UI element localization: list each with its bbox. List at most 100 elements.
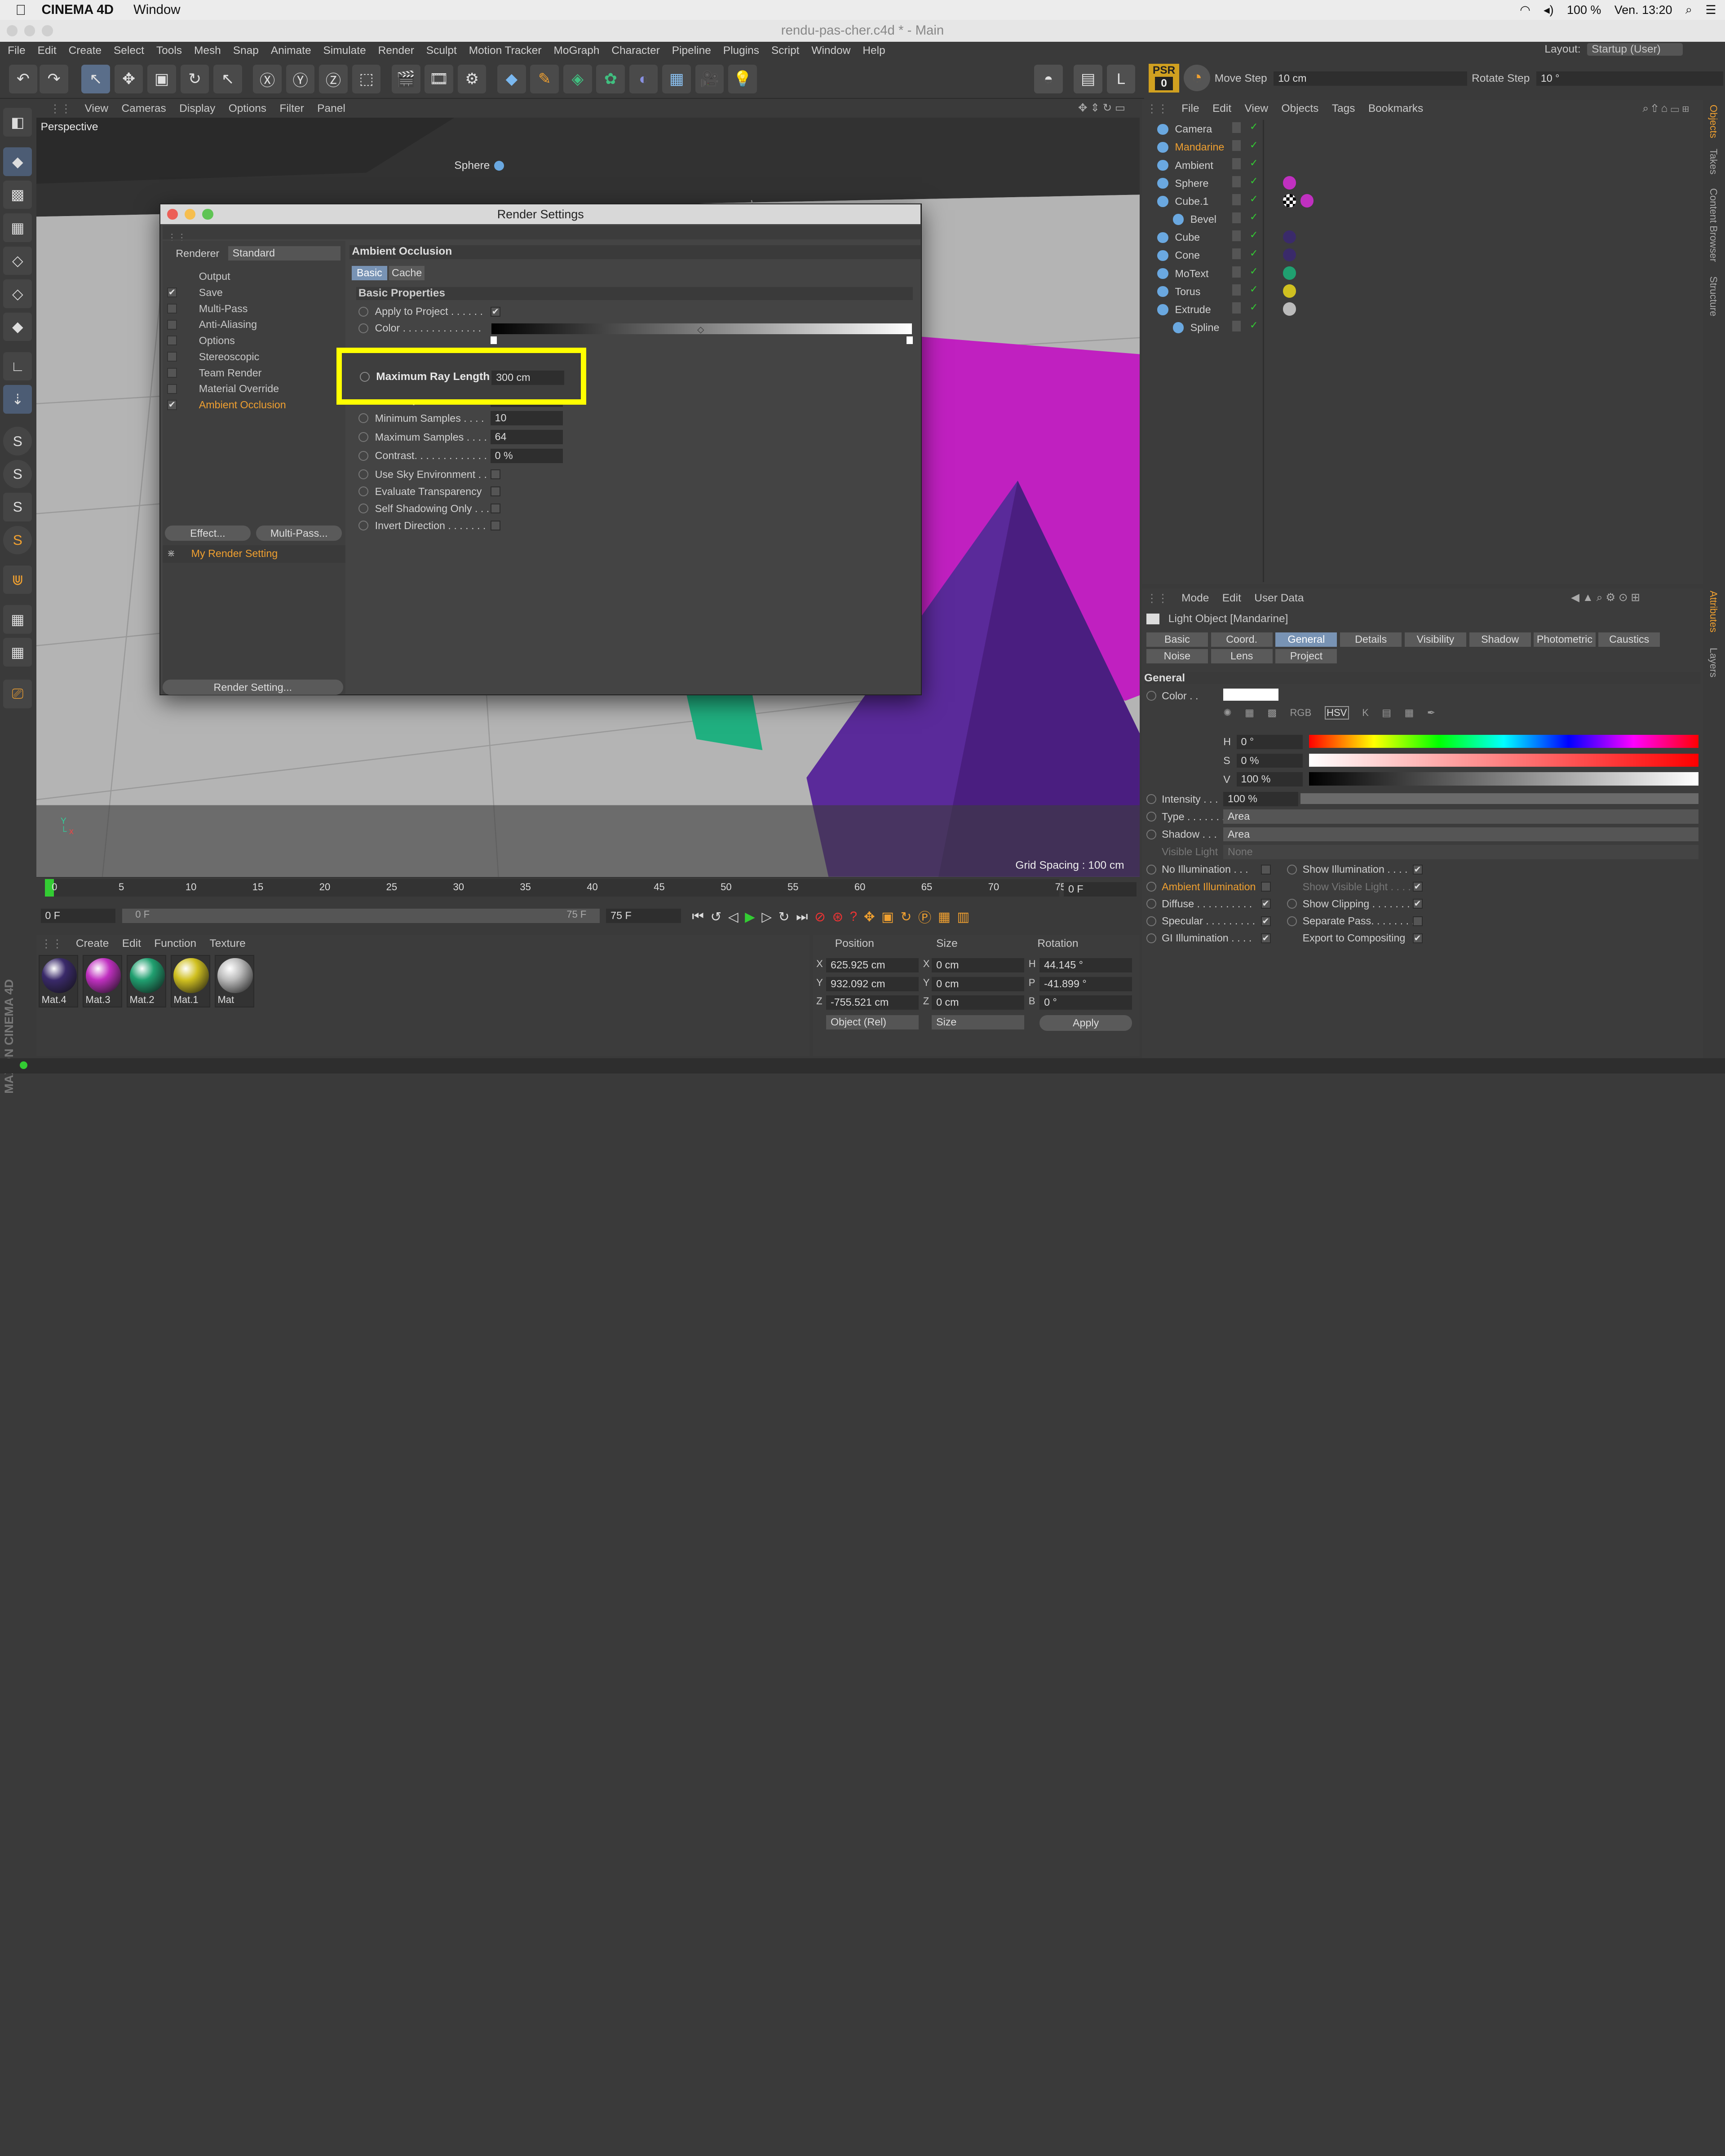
tab-cache[interactable]: Cache	[389, 266, 424, 280]
ao-checkbox[interactable]	[491, 469, 500, 479]
eyedropper-icon[interactable]: ✒	[1427, 707, 1435, 719]
material-swatch[interactable]: Mat.2	[127, 955, 166, 1008]
ao-prop-input[interactable]: 10	[491, 411, 563, 425]
tool-icon[interactable]: ⎚	[3, 680, 32, 708]
rotate-tool-button[interactable]: ↻	[181, 65, 209, 93]
apply-to-project-checkbox[interactable]: ✔	[491, 307, 500, 317]
viewport-menu-cameras[interactable]: Cameras	[121, 102, 166, 115]
snap-icon[interactable]: L	[1107, 65, 1136, 93]
camera-icon[interactable]: 🎥	[695, 65, 724, 93]
material-swatch[interactable]: Mat.1	[171, 955, 210, 1008]
nav-checkbox[interactable]: ✔	[167, 287, 177, 297]
key-parameter-icon[interactable]: Ⓟ	[918, 907, 931, 926]
timeline[interactable]: 051015202530354045505560657075 0 F 0 F 0…	[36, 877, 1140, 932]
attr-tab-lens[interactable]: Lens	[1211, 649, 1273, 663]
position-input[interactable]: 625.925 cm	[826, 958, 919, 972]
object-row-motext[interactable]: MoText	[1157, 268, 1208, 280]
nav-checkbox[interactable]	[167, 368, 177, 378]
visibility-toggle[interactable]	[1232, 321, 1241, 331]
animate-radio[interactable]	[358, 451, 368, 461]
max-ray-length-input[interactable]: 300 cm	[491, 371, 564, 385]
rotation-input[interactable]: 44.145 °	[1039, 958, 1132, 972]
nav-item-multi-pass[interactable]: Multi-Pass	[199, 303, 248, 315]
attr-tab-shadow[interactable]: Shadow	[1469, 632, 1531, 647]
material-tag-icon[interactable]	[1283, 302, 1296, 315]
object-row-extrude[interactable]: Extrude	[1157, 304, 1211, 316]
size-input[interactable]: 0 cm	[932, 958, 1024, 972]
side-tab-objects[interactable]: Objects	[1707, 105, 1719, 138]
goto-start-icon[interactable]: ⏮	[692, 909, 703, 924]
visibility-toggle[interactable]	[1232, 122, 1241, 133]
nav-checkbox[interactable]	[167, 352, 177, 362]
mixer-icon[interactable]: ▤	[1382, 707, 1391, 719]
live-select-button[interactable]: ↖	[213, 65, 242, 93]
light-checkbox[interactable]	[1413, 916, 1423, 926]
current-frame-input[interactable]: 0 F	[1064, 882, 1137, 897]
material-tag-icon[interactable]	[1283, 284, 1296, 297]
animate-radio[interactable]	[1146, 899, 1156, 909]
animate-radio[interactable]	[358, 504, 368, 513]
menu-tools[interactable]: Tools	[156, 44, 182, 57]
position-input[interactable]: 932.092 cm	[826, 977, 919, 991]
sphere-tag[interactable]: Sphere	[454, 159, 504, 172]
menu-window[interactable]: Window	[811, 44, 850, 57]
animate-radio[interactable]	[1287, 865, 1297, 875]
timeline-icon[interactable]: ▥	[957, 909, 969, 925]
viewport-menu-options[interactable]: Options	[229, 102, 266, 115]
saturation-slider[interactable]	[1309, 754, 1698, 767]
coordinate-system-button[interactable]: ⬚	[352, 65, 381, 93]
side-tab-layers[interactable]: Layers	[1707, 648, 1719, 677]
object-row-cone[interactable]: Cone	[1157, 249, 1200, 261]
ao-prop-input[interactable]: 64	[491, 430, 563, 444]
gradient-start-knot[interactable]	[491, 336, 497, 344]
viewport-menu-filter[interactable]: Filter	[279, 102, 304, 115]
enabled-check-icon[interactable]: ✓	[1250, 175, 1258, 187]
rotation-input[interactable]: -41.899 °	[1039, 977, 1132, 991]
menu-file[interactable]: File	[8, 44, 25, 57]
size-mode-dropdown[interactable]: Size	[932, 1015, 1024, 1029]
attribute-menu-mode[interactable]: Mode	[1181, 592, 1209, 605]
kelvin-mode[interactable]: K	[1362, 707, 1369, 719]
visibility-toggle[interactable]	[1232, 194, 1241, 205]
side-tab-content-browser[interactable]: Content Browser	[1707, 188, 1719, 262]
light-icon[interactable]: 💡	[728, 65, 757, 93]
scale-tool-button[interactable]: ▣	[147, 65, 176, 93]
move-tool-button[interactable]: ✥	[115, 65, 143, 93]
value-slider[interactable]	[1309, 772, 1698, 785]
material-swatch[interactable]: Mat.3	[83, 955, 122, 1008]
objects-menu-file[interactable]: File	[1181, 102, 1199, 115]
material-swatch[interactable]: Mat	[215, 955, 254, 1008]
light-checkbox[interactable]: ✔	[1261, 899, 1271, 909]
light-checkbox[interactable]	[1261, 882, 1271, 892]
deformer-icon[interactable]: ◐	[629, 65, 658, 93]
viewport-nav-icons[interactable]: ✥ ⇕ ↻ ▭	[1078, 101, 1125, 115]
animate-radio[interactable]	[358, 521, 368, 530]
layout-dropdown[interactable]: Startup (User)	[1587, 43, 1682, 56]
battery-status[interactable]: 100 %	[1567, 3, 1601, 17]
wifi-icon[interactable]: ◠	[1520, 3, 1530, 17]
menu-motion-tracker[interactable]: Motion Tracker	[469, 44, 542, 57]
animate-radio[interactable]	[1146, 830, 1156, 839]
animate-radio[interactable]	[1146, 916, 1156, 926]
menu-simulate[interactable]: Simulate	[323, 44, 366, 57]
attr-tab-project[interactable]: Project	[1275, 649, 1337, 663]
menu-icon[interactable]: ☰	[1705, 3, 1716, 17]
texture-mode-icon[interactable]: ▩	[3, 181, 32, 209]
nav-checkbox[interactable]: ✔	[167, 400, 177, 410]
object-row-torus[interactable]: Torus	[1157, 286, 1200, 298]
keyframe-selection-icon[interactable]: ?	[850, 909, 857, 924]
key-pla-icon[interactable]: ▦	[938, 909, 951, 925]
light-checkbox[interactable]: ✔	[1413, 899, 1423, 909]
attr-tab-photometric[interactable]: Photometric	[1534, 632, 1595, 647]
animate-radio[interactable]	[360, 372, 370, 382]
visible-light-dropdown[interactable]: None	[1223, 845, 1698, 859]
render-picture-viewer-button[interactable]: 🎞	[425, 65, 453, 93]
enabled-check-icon[interactable]: ✓	[1250, 121, 1258, 133]
visibility-toggle[interactable]	[1232, 158, 1241, 169]
nav-item-ambient-occlusion[interactable]: Ambient Occlusion	[199, 399, 286, 411]
enabled-check-icon[interactable]: ✓	[1250, 157, 1258, 169]
animate-radio[interactable]	[358, 432, 368, 442]
animate-radio[interactable]	[1146, 812, 1156, 822]
objects-menu-view[interactable]: View	[1245, 102, 1269, 115]
animate-radio[interactable]	[358, 486, 368, 496]
